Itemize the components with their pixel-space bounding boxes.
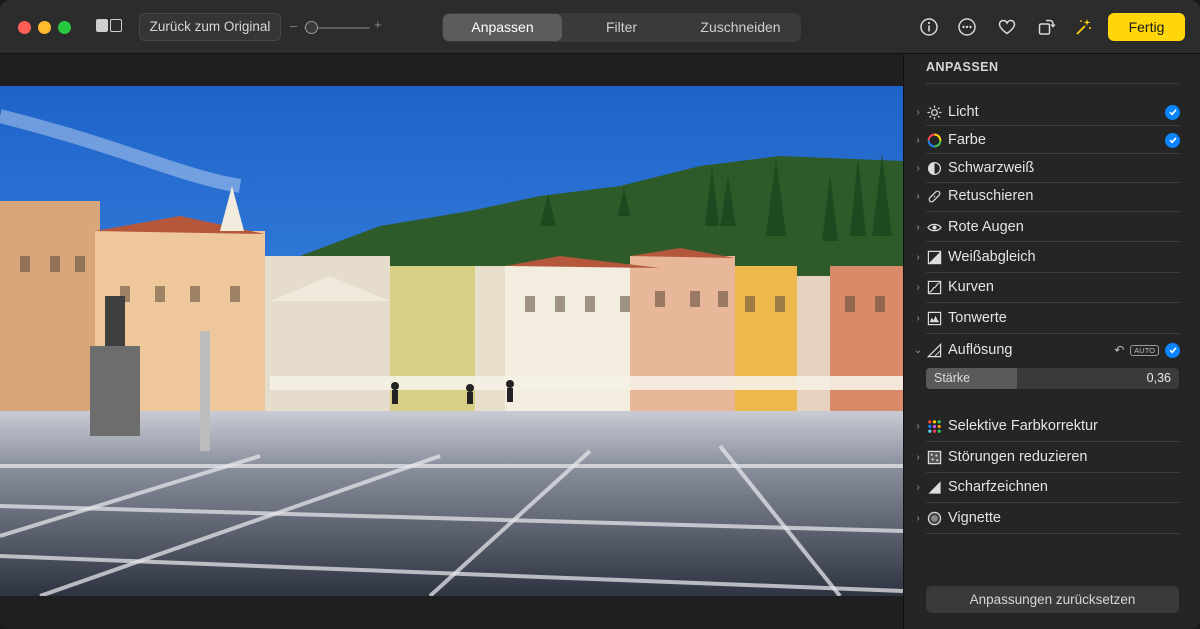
- photos-edit-window: Zurück zum Original – + Anpassen Filter …: [0, 0, 1200, 629]
- adjust-item-label: Tonwerte: [948, 310, 1007, 326]
- zoom-in-label: +: [374, 17, 382, 32]
- adjust-item-selektive-farbkorrektur[interactable]: › Selektive Farbkorrektur: [912, 411, 1180, 441]
- adjust-item-label: Auflösung: [948, 342, 1013, 358]
- chevron-down-icon[interactable]: ⌄: [912, 345, 924, 356]
- adjust-sidebar: ANPASSEN › Licht › Farbe › Schwarzweiß ›…: [903, 54, 1200, 629]
- chevron-right-icon[interactable]: ›: [912, 135, 924, 146]
- adjust-item-label: Kurven: [948, 279, 994, 295]
- chevron-right-icon[interactable]: ›: [912, 421, 924, 432]
- adjust-item-label: Vignette: [948, 510, 1001, 526]
- chevron-right-icon[interactable]: ›: [912, 452, 924, 463]
- adjust-item-weissabgleich[interactable]: › Weißabgleich: [912, 242, 1180, 272]
- close-window-button[interactable]: [18, 21, 31, 34]
- slider-label: Stärke: [934, 371, 971, 385]
- adjust-item-label: Scharfzeichnen: [948, 479, 1048, 495]
- adjust-item-aufloesung[interactable]: ⌄ Auflösung ↶ AUTO: [912, 335, 1180, 365]
- edit-mode-tabs: Anpassen Filter Zuschneiden: [442, 13, 801, 42]
- staerke-slider[interactable]: Stärke 0,36: [926, 368, 1179, 389]
- auto-enhance-wand-icon[interactable]: [1073, 17, 1093, 37]
- more-icon[interactable]: [957, 17, 977, 37]
- minimize-window-button[interactable]: [38, 21, 51, 34]
- favorite-heart-icon[interactable]: [997, 17, 1017, 37]
- adjust-item-schwarzweiss[interactable]: › Schwarzweiß: [912, 153, 1180, 183]
- levels-icon: [926, 310, 942, 326]
- curves-icon: [926, 279, 942, 295]
- divider: [926, 333, 1180, 334]
- rotate-icon[interactable]: [1036, 17, 1056, 37]
- dots-color-icon: [926, 418, 942, 434]
- zoom-out-label: –: [290, 18, 298, 33]
- tab-anpassen[interactable]: Anpassen: [443, 14, 562, 41]
- adjust-item-farbe[interactable]: › Farbe: [912, 125, 1180, 155]
- adjust-item-label: Schwarzweiß: [948, 160, 1035, 176]
- definition-icon: [926, 342, 942, 358]
- vignette-icon: [926, 510, 942, 526]
- adjust-item-label: Rote Augen: [948, 219, 1024, 235]
- adjust-item-rote-augen[interactable]: › Rote Augen: [912, 212, 1180, 242]
- enabled-check-icon[interactable]: [1165, 132, 1180, 148]
- chevron-right-icon[interactable]: ›: [912, 163, 924, 174]
- adjust-item-label: Störungen reduzieren: [948, 449, 1088, 465]
- chevron-right-icon[interactable]: ›: [912, 313, 924, 324]
- sharpen-triangle-icon: [926, 479, 942, 495]
- compare-before-after-icon[interactable]: [96, 19, 124, 35]
- color-wheel-icon: [926, 132, 942, 148]
- adjust-item-scharfzeichnen[interactable]: › Scharfzeichnen: [912, 472, 1180, 502]
- chevron-right-icon[interactable]: ›: [912, 107, 924, 118]
- adjust-item-label: Selektive Farbkorrektur: [948, 418, 1098, 434]
- toolbar: Zurück zum Original – + Anpassen Filter …: [0, 0, 1200, 54]
- chevron-right-icon[interactable]: ›: [912, 513, 924, 524]
- adjust-item-stoerungen-reduzieren[interactable]: › Störungen reduzieren: [912, 442, 1180, 472]
- fullscreen-window-button[interactable]: [58, 21, 71, 34]
- revert-to-original-button[interactable]: Zurück zum Original: [139, 13, 281, 41]
- edited-photo[interactable]: [0, 86, 903, 596]
- chevron-right-icon[interactable]: ›: [912, 482, 924, 493]
- noise-icon: [926, 449, 942, 465]
- adjust-item-retuschieren[interactable]: › Retuschieren: [912, 181, 1180, 211]
- enabled-check-icon[interactable]: [1165, 342, 1180, 358]
- adjust-item-label: Licht: [948, 104, 979, 120]
- chevron-right-icon[interactable]: ›: [912, 282, 924, 293]
- bandage-icon: [926, 188, 942, 204]
- zoom-knob[interactable]: [305, 21, 318, 34]
- adjust-item-licht[interactable]: › Licht: [912, 97, 1180, 127]
- sun-icon: [926, 104, 942, 120]
- eye-icon: [926, 219, 942, 235]
- reset-adjustments-button[interactable]: Anpassungen zurücksetzen: [926, 586, 1179, 613]
- adjust-item-label: Retuschieren: [948, 188, 1034, 204]
- info-icon[interactable]: [919, 17, 939, 37]
- adjust-item-label: Weißabgleich: [948, 249, 1036, 265]
- enabled-check-icon[interactable]: [1165, 104, 1180, 120]
- chevron-right-icon[interactable]: ›: [912, 252, 924, 263]
- auto-button[interactable]: AUTO: [1130, 344, 1159, 356]
- sidebar-title: ANPASSEN: [926, 60, 999, 74]
- white-balance-icon: [926, 249, 942, 265]
- tab-filter[interactable]: Filter: [562, 14, 681, 41]
- zoom-slider[interactable]: – +: [288, 16, 388, 38]
- divider: [926, 83, 1179, 84]
- half-circle-icon: [926, 160, 942, 176]
- adjust-item-kurven[interactable]: › Kurven: [912, 272, 1180, 302]
- photo-canvas: [0, 54, 903, 629]
- divider: [926, 533, 1180, 534]
- undo-icon[interactable]: ↶: [1114, 343, 1124, 357]
- chevron-right-icon[interactable]: ›: [912, 222, 924, 233]
- tab-zuschneiden[interactable]: Zuschneiden: [681, 14, 800, 41]
- adjust-item-label: Farbe: [948, 132, 986, 148]
- slider-value: 0,36: [1146, 371, 1171, 385]
- adjust-item-tonwerte[interactable]: › Tonwerte: [912, 303, 1180, 333]
- chevron-right-icon[interactable]: ›: [912, 191, 924, 202]
- done-button[interactable]: Fertig: [1108, 13, 1185, 41]
- adjust-item-vignette[interactable]: › Vignette: [912, 503, 1180, 533]
